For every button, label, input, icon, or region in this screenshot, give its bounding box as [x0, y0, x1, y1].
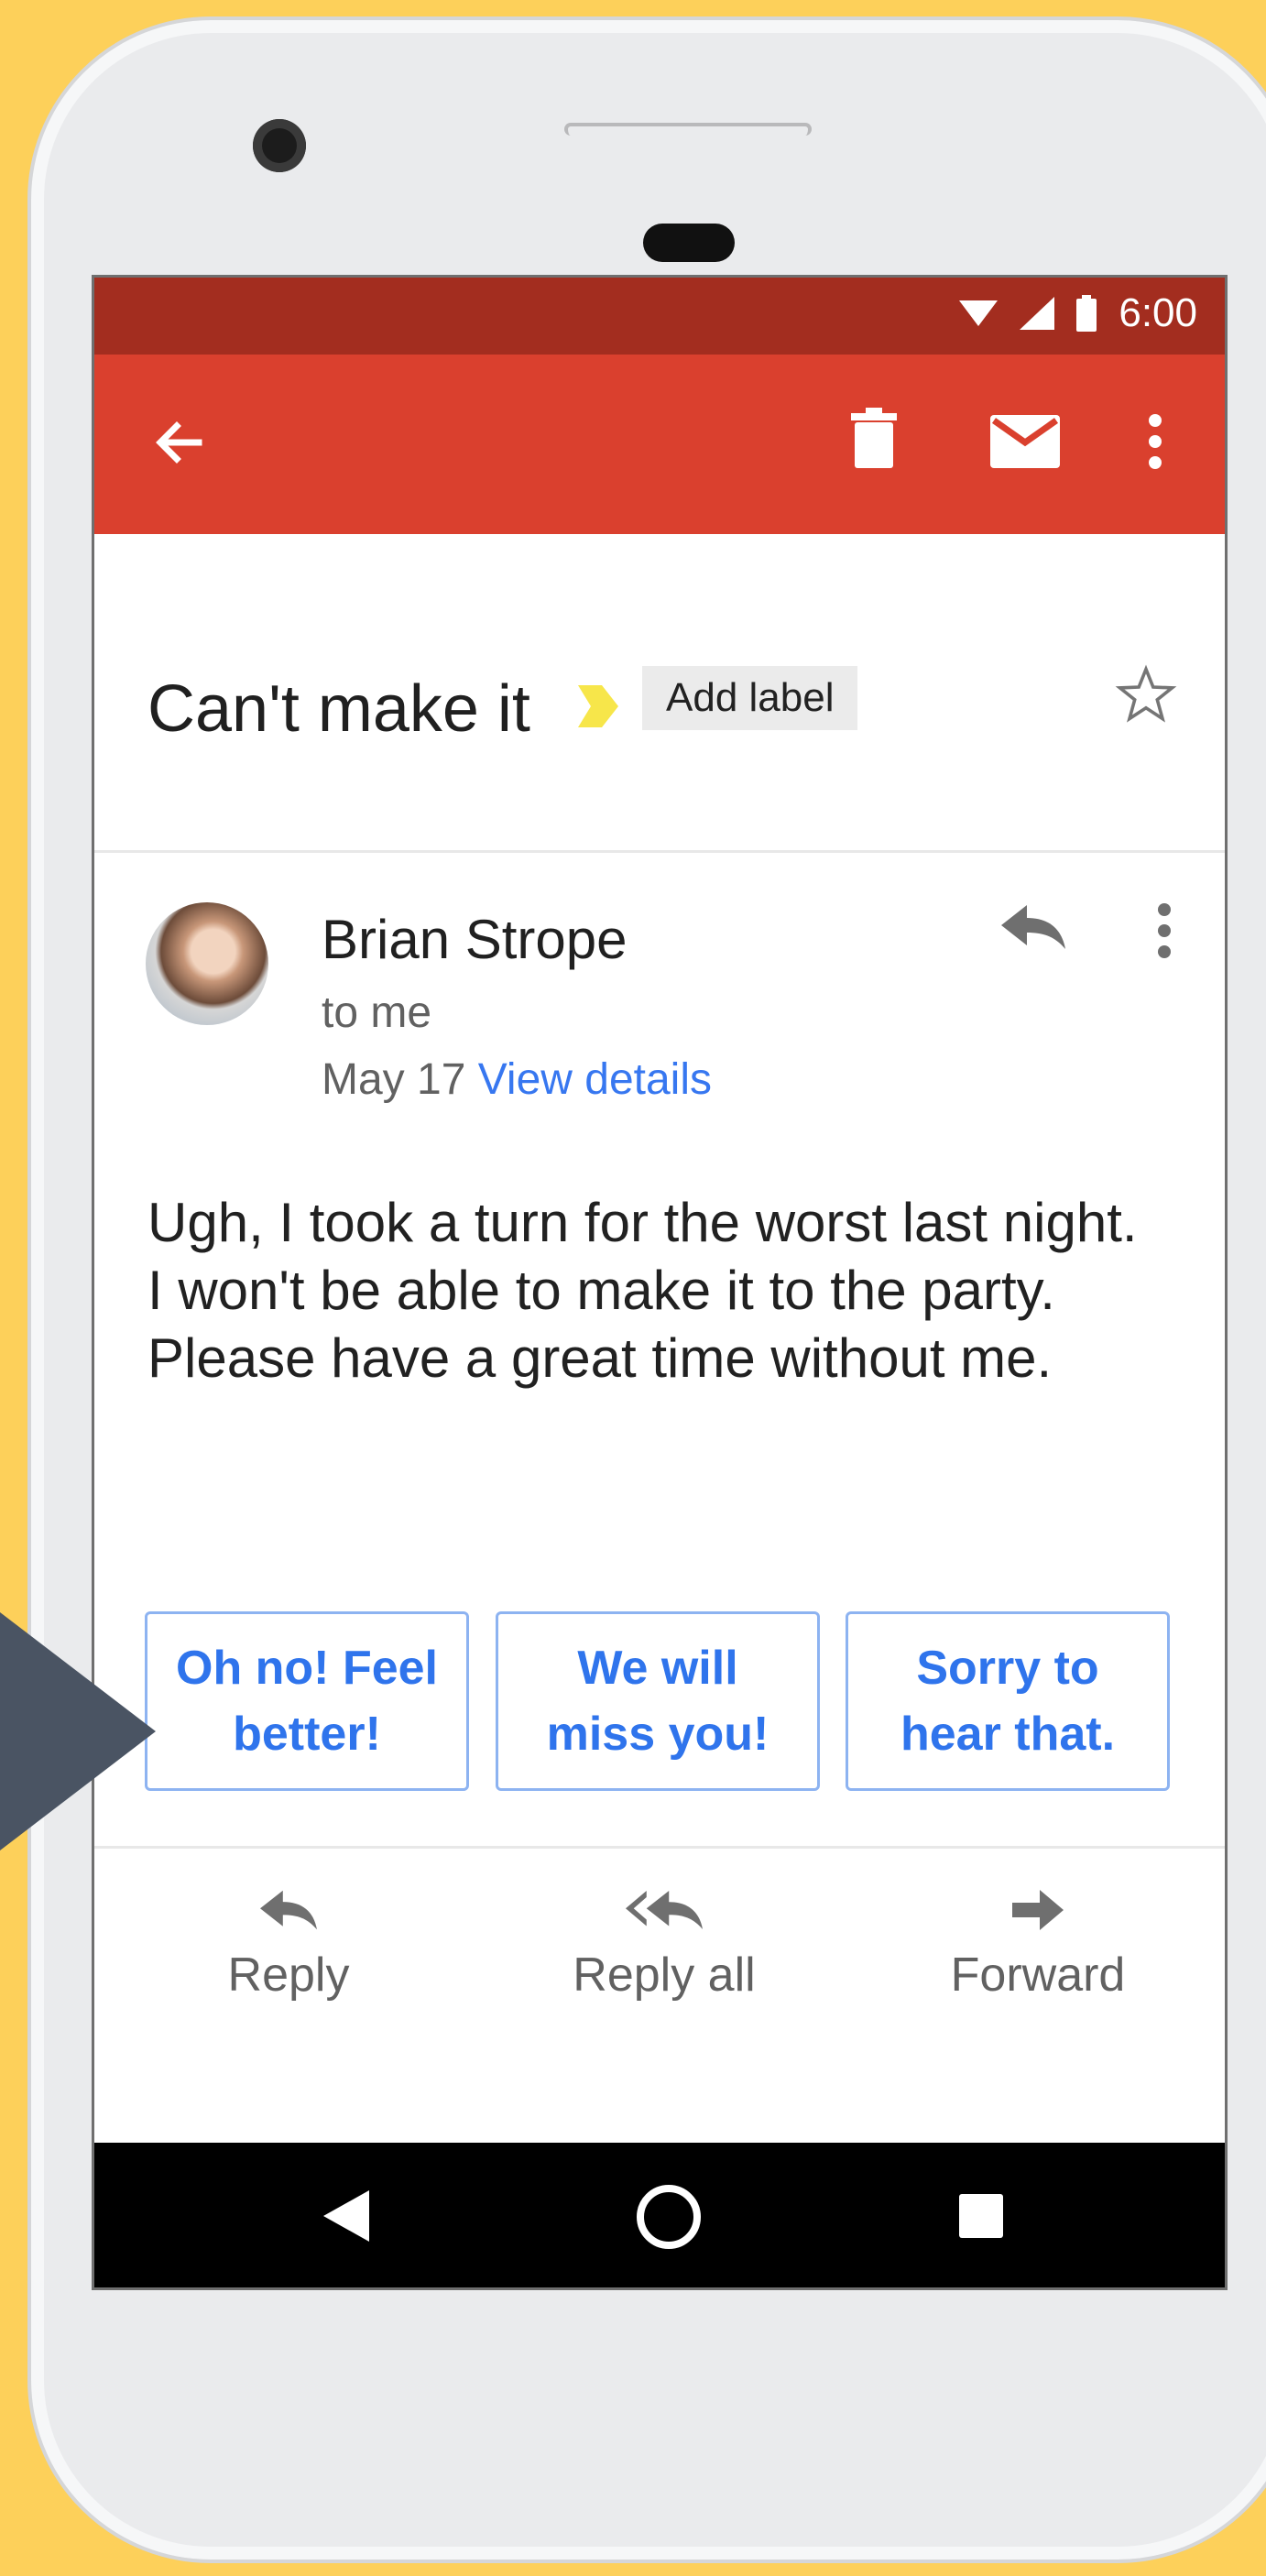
battery-icon	[1076, 295, 1097, 332]
body-line: I won't be able to make it to the party.	[147, 1260, 1055, 1321]
phone-screen: 6:00 Can't make it Add label Brian Strop…	[92, 275, 1228, 2290]
chip-line: Sorry to	[916, 1642, 1099, 1695]
email-body: Ugh, I took a turn for the worst last ni…	[147, 1189, 1210, 1392]
reply-all-icon	[626, 1891, 703, 1929]
star-icon[interactable]	[1113, 662, 1179, 728]
forward-icon	[1012, 1890, 1064, 1930]
mark-unread-icon[interactable]	[990, 415, 1060, 468]
email-subject: Can't make it	[147, 672, 530, 746]
status-bar: 6:00	[94, 278, 1225, 355]
signal-icon	[1020, 297, 1055, 330]
divider	[94, 850, 1225, 853]
chip-line: We will	[577, 1642, 738, 1695]
chip-line: Oh no! Feel	[176, 1642, 438, 1695]
reply-label: Reply	[227, 1948, 350, 2002]
back-arrow-icon[interactable]	[151, 415, 206, 470]
app-bar	[94, 355, 1225, 534]
sender-name: Brian Strope	[322, 909, 628, 970]
add-label-button[interactable]: Add label	[642, 666, 858, 730]
nav-home-icon[interactable]	[635, 2183, 703, 2251]
front-camera	[253, 119, 306, 172]
smart-reply-chip[interactable]: Sorry to hear that.	[846, 1611, 1170, 1791]
smart-reply-chip[interactable]: We will miss you!	[496, 1611, 820, 1791]
message-date: May 17	[322, 1055, 466, 1104]
earpiece-speaker	[564, 123, 812, 136]
reply-button[interactable]: Reply	[151, 1890, 426, 2003]
navigation-bar	[94, 2143, 1225, 2287]
reply-all-label: Reply all	[573, 1948, 756, 2002]
chip-line: miss you!	[546, 1708, 769, 1761]
smart-reply-chip[interactable]: Oh no! Feel better!	[145, 1611, 469, 1791]
smart-reply-suggestions: Oh no! Feel better! We will miss you! Sorr…	[145, 1611, 1198, 1795]
body-line: Ugh, I took a turn for the worst last ni…	[147, 1192, 1138, 1253]
reply-icon	[260, 1890, 317, 1930]
pointer-arrow-icon	[0, 1612, 156, 1850]
view-details-link[interactable]: View details	[478, 1055, 712, 1104]
delete-icon[interactable]	[851, 408, 897, 468]
reply-icon[interactable]	[1001, 905, 1065, 949]
nav-back-icon[interactable]	[323, 2190, 369, 2242]
more-vert-icon[interactable]	[1148, 413, 1162, 470]
recipient-line: to me	[322, 988, 432, 1037]
chip-line: better!	[233, 1708, 381, 1761]
forward-button[interactable]: Forward	[900, 1890, 1175, 2003]
message-actions: Reply Reply all Forward	[94, 1890, 1225, 2073]
proximity-sensor	[643, 224, 735, 262]
forward-label: Forward	[950, 1948, 1126, 2002]
avatar[interactable]	[146, 902, 268, 1025]
chip-line: hear that.	[900, 1708, 1116, 1761]
importance-marker-icon[interactable]	[578, 685, 618, 727]
divider	[94, 1846, 1225, 1849]
message-more-icon[interactable]	[1157, 902, 1172, 959]
reply-all-button[interactable]: Reply all	[527, 1890, 802, 2003]
status-time: 6:00	[1119, 290, 1197, 335]
wifi-icon	[959, 300, 999, 326]
nav-recents-icon[interactable]	[959, 2194, 1003, 2238]
body-line: Please have a great time without me.	[147, 1327, 1053, 1389]
date-line: May 17 View details	[322, 1054, 712, 1105]
